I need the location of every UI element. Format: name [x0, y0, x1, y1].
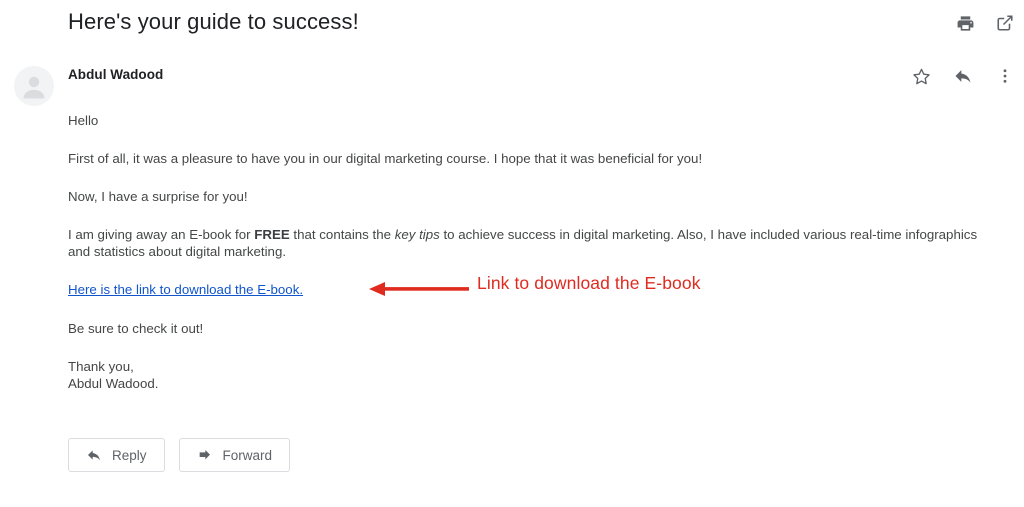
email-body: Hello First of all, it was a pleasure to…: [68, 112, 994, 413]
email-action-buttons: Reply Forward: [68, 438, 291, 472]
person-avatar-icon: [23, 76, 45, 99]
body-paragraph-2: Now, I have a surprise for you!: [68, 189, 248, 204]
body-paragraph-3: I am giving away an E-book for FREE that…: [68, 226, 994, 260]
body-paragraph-1: First of all, it was a pleasure to have …: [68, 151, 703, 166]
page-title: Here's your guide to success!: [68, 9, 359, 34]
download-ebook-link[interactable]: Here is the link to download the E-book.: [68, 282, 303, 297]
paragraph-3-text-1: I am giving away an E-book for: [68, 227, 255, 242]
email-sender-header: Abdul Wadood: [0, 58, 1024, 106]
star-icon[interactable]: [910, 65, 932, 87]
paragraph-3-text-2: that contains the: [289, 227, 395, 242]
sender-action-group: [910, 65, 1016, 87]
left-arrow-annotation: [369, 282, 469, 296]
forward-button[interactable]: Forward: [178, 438, 291, 472]
signoff-line-2: Abdul Wadood.: [68, 376, 159, 391]
print-icon[interactable]: [954, 12, 976, 34]
forward-button-label: Forward: [222, 447, 273, 463]
email-subject-header: Here's your guide to success!: [0, 0, 1024, 52]
reply-button[interactable]: Reply: [68, 438, 165, 472]
reply-arrow-icon: [86, 447, 102, 463]
avatar: [14, 66, 54, 106]
annotation-overlay: Link to download the E-book: [369, 273, 989, 303]
forward-arrow-icon: [197, 447, 213, 463]
reply-button-label: Reply: [112, 447, 147, 463]
body-greeting: Hello: [68, 113, 99, 128]
sender-name: Abdul Wadood: [68, 67, 164, 82]
signoff-line-1: Thank you,: [68, 359, 134, 374]
download-link-row: Here is the link to download the E-book.…: [68, 274, 994, 299]
paragraph-3-italic-keytips: key tips: [394, 227, 440, 242]
more-options-icon[interactable]: [994, 65, 1016, 87]
open-in-new-icon[interactable]: [994, 12, 1016, 34]
reply-icon[interactable]: [952, 65, 974, 87]
body-paragraph-4: Be sure to check it out!: [68, 321, 204, 336]
paragraph-3-bold-free: FREE: [254, 227, 290, 242]
annotation-label: Link to download the E-book: [477, 273, 701, 293]
header-action-group: [954, 12, 1016, 34]
